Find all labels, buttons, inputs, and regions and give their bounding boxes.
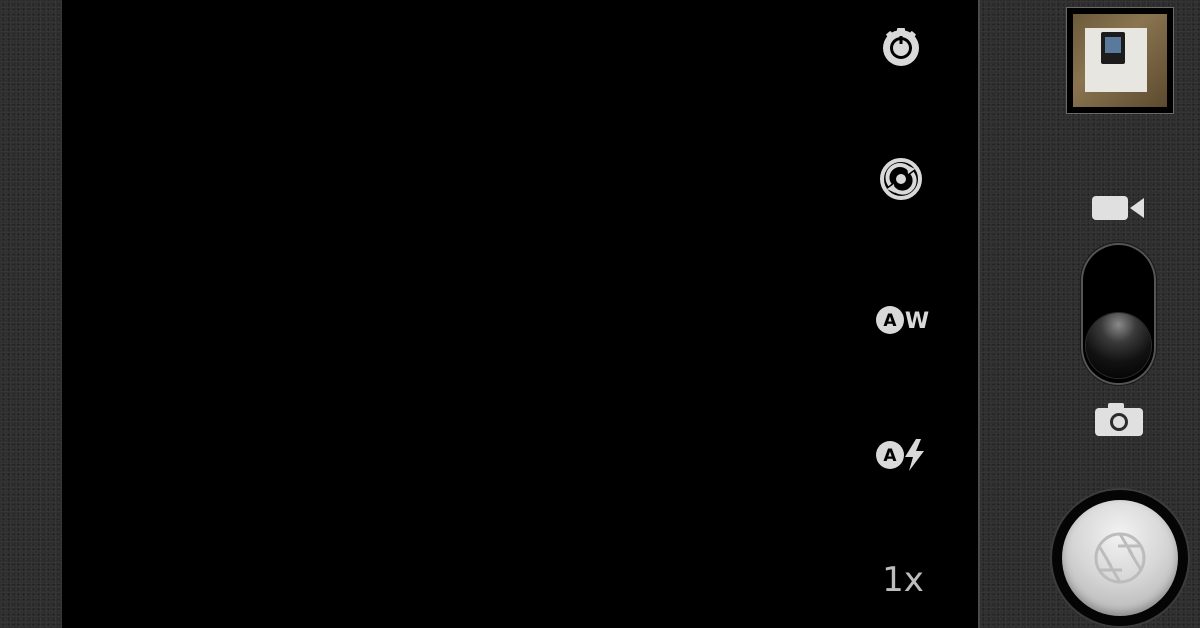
camera-settings-button[interactable] <box>874 20 928 74</box>
gear-icon <box>883 28 919 66</box>
switch-camera-icon <box>880 158 922 200</box>
shutter-aperture-icon <box>1094 532 1146 584</box>
photo-camera-icon <box>1095 403 1143 436</box>
svg-text:A: A <box>883 311 897 331</box>
thumbnail-image <box>1073 14 1167 107</box>
shutter-button[interactable] <box>1052 490 1188 626</box>
shutter-button-face[interactable] <box>1062 500 1178 616</box>
left-border-panel <box>0 0 62 628</box>
white-balance-auto-icon: A W <box>876 306 929 334</box>
switch-camera-button[interactable] <box>874 152 928 206</box>
thumbnail-phone-shape <box>1101 32 1125 64</box>
white-balance-button[interactable]: A W <box>870 290 934 342</box>
svg-text:W: W <box>905 309 929 334</box>
svg-text:A: A <box>883 446 897 466</box>
zoom-level-label[interactable]: 1x <box>870 556 936 604</box>
flash-mode-button[interactable]: A <box>870 425 934 477</box>
camera-video-mode-switch[interactable] <box>1081 243 1156 385</box>
flash-auto-icon: A <box>876 439 924 471</box>
last-photo-thumbnail[interactable] <box>1066 7 1174 114</box>
mode-switch-knob[interactable] <box>1086 313 1151 378</box>
video-camera-icon <box>1092 196 1144 220</box>
camera-viewfinder[interactable] <box>62 0 978 628</box>
